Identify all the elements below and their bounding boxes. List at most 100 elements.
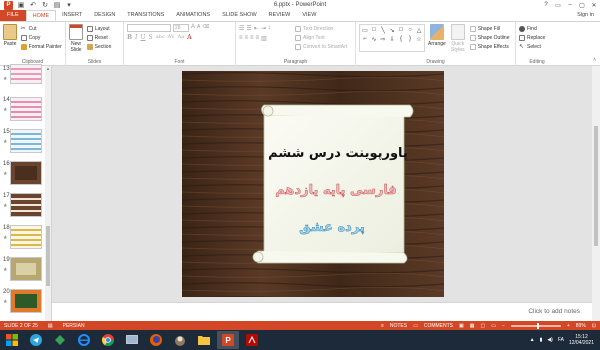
thumbnail-slide-16[interactable]: 16 ★ xyxy=(0,161,50,191)
tab-slide-show[interactable]: SLIDE SHOW xyxy=(216,10,263,21)
comments-toggle[interactable]: COMMENTS xyxy=(424,323,453,329)
copy-button[interactable]: Copy xyxy=(20,33,62,42)
clear-format-icon[interactable]: ⌫ xyxy=(202,24,209,32)
normal-view-icon[interactable]: ▣ xyxy=(459,323,464,329)
section-button[interactable]: Section xyxy=(86,42,111,51)
zoom-slider-handle[interactable] xyxy=(536,322,539,329)
oval-shape-icon[interactable]: ○ xyxy=(406,26,414,34)
input-language[interactable]: FA xyxy=(558,337,564,343)
curve-shape-icon[interactable]: ∿ xyxy=(370,35,378,43)
zoom-slider[interactable] xyxy=(510,322,561,329)
cut-button[interactable]: ✂ Cut xyxy=(21,24,62,33)
down-arrow-shape-icon[interactable]: ⇩ xyxy=(388,35,396,43)
thumbnail-slide-14[interactable]: 14 ★ xyxy=(0,97,50,127)
powerpoint-taskbar-icon[interactable]: P xyxy=(217,331,239,349)
zoom-out-icon[interactable]: − xyxy=(502,323,505,329)
collapse-ribbon-icon[interactable]: ˄ xyxy=(593,57,596,63)
elbow-shape-icon[interactable]: ⌐ xyxy=(361,35,369,43)
paste-button[interactable]: Paste xyxy=(3,24,17,47)
select-button[interactable]: ↖ Select xyxy=(519,42,545,51)
arrow-shape-icon[interactable]: ↘ xyxy=(388,26,396,34)
redo-icon[interactable]: ↻ xyxy=(41,1,49,9)
start-button[interactable] xyxy=(0,330,24,350)
layout-button[interactable]: Layout xyxy=(86,24,112,33)
star-shape-icon[interactable]: ☆ xyxy=(415,35,423,43)
text-box-shape-icon[interactable]: ▭ xyxy=(361,26,369,34)
tray-expand-icon[interactable]: ▲ xyxy=(530,337,535,343)
tab-transitions[interactable]: TRANSITIONS xyxy=(121,10,170,21)
font-name-combo[interactable] xyxy=(127,24,171,32)
line-spacing-icon[interactable]: ↕ xyxy=(268,25,271,32)
thumbnails-scroll-thumb[interactable] xyxy=(46,226,50,286)
scroll-up-icon[interactable]: ▲ xyxy=(45,66,51,72)
columns-icon[interactable]: ▥ xyxy=(261,35,267,42)
shrink-font-icon[interactable]: A xyxy=(197,24,200,32)
notes-toggle[interactable]: NOTES xyxy=(390,323,407,329)
acrobat-icon[interactable] xyxy=(241,331,263,349)
decrease-indent-icon[interactable]: ⇤ xyxy=(254,25,259,32)
slideshow-view-icon[interactable]: ▭ xyxy=(491,323,496,329)
firefox-icon[interactable] xyxy=(145,331,167,349)
shapes-gallery[interactable]: ▭ □ ╲ ↘ □ ○ △ ⌐ ∿ ⇨ ⇩ { } ☆ xyxy=(359,24,425,52)
zoom-in-icon[interactable]: + xyxy=(567,323,570,329)
increase-indent-icon[interactable]: ⇥ xyxy=(261,25,266,32)
editor-scroll-thumb[interactable] xyxy=(594,126,598,246)
line-shape-icon[interactable]: ╲ xyxy=(379,26,387,34)
char-spacing-button[interactable]: AV xyxy=(168,34,175,41)
find-button[interactable]: Find xyxy=(519,24,545,33)
shape-outline-button[interactable]: Shape Outline xyxy=(469,33,510,42)
help-button[interactable]: ? xyxy=(540,0,552,10)
reading-view-icon[interactable]: ▢ xyxy=(480,323,485,329)
font-color-icon[interactable]: A xyxy=(187,34,191,41)
app-icon[interactable] xyxy=(49,331,71,349)
chrome-icon[interactable] xyxy=(97,331,119,349)
right-arrow-shape-icon[interactable]: ⇨ xyxy=(379,35,387,43)
new-slide-button[interactable]: New Slide xyxy=(69,24,83,53)
minimize-button[interactable]: – xyxy=(564,0,576,10)
thumbnail-slide-17[interactable]: 17 ★ xyxy=(0,193,50,223)
align-center-icon[interactable]: ≡ xyxy=(245,35,249,42)
thumbnail-slide-19[interactable]: 19 ★ xyxy=(0,257,50,287)
align-left-icon[interactable]: ≡ xyxy=(239,35,243,42)
numbering-icon[interactable]: ☰ xyxy=(246,25,251,32)
gimp-icon[interactable] xyxy=(169,331,191,349)
internet-explorer-icon[interactable] xyxy=(73,331,95,349)
change-case-button[interactable]: Aa xyxy=(178,34,185,41)
notes-placeholder[interactable]: Click to add notes xyxy=(528,308,580,315)
slideshow-icon[interactable]: ▤ xyxy=(53,1,61,9)
tab-view[interactable]: VIEW xyxy=(296,10,322,21)
tab-design[interactable]: DESIGN xyxy=(88,10,121,21)
editor-scrollbar[interactable] xyxy=(592,66,600,321)
tab-file[interactable]: FILE xyxy=(0,10,26,21)
bullets-icon[interactable]: ☰ xyxy=(239,25,244,32)
slide-sorter-icon[interactable]: ▦ xyxy=(470,323,475,329)
telegram-icon[interactable] xyxy=(25,331,47,349)
rect2-shape-icon[interactable]: □ xyxy=(397,26,405,34)
shadow-button[interactable]: abc xyxy=(156,34,165,41)
clock[interactable]: 15:12 12/04/2021 xyxy=(569,334,594,346)
thumbnail-slide-20[interactable]: 20 ★ xyxy=(0,289,50,319)
shape-effects-button[interactable]: Shape Effects xyxy=(469,42,510,51)
align-right-icon[interactable]: ≡ xyxy=(250,35,254,42)
text-direction-button[interactable]: Text Direction xyxy=(295,24,347,33)
undo-icon[interactable]: ↶ xyxy=(29,1,37,9)
bold-button[interactable]: B xyxy=(127,34,132,41)
replace-button[interactable]: Replace xyxy=(519,33,545,42)
reset-button[interactable]: Reset xyxy=(86,33,112,42)
spellcheck-icon[interactable]: ▤ xyxy=(48,323,53,329)
thumbnails-scrollbar[interactable]: ▲ xyxy=(45,66,51,321)
tab-home[interactable]: HOME xyxy=(25,10,57,21)
triangle-shape-icon[interactable]: △ xyxy=(415,26,423,34)
sign-in-link[interactable]: Sign in xyxy=(577,10,600,21)
notes-pane[interactable]: Click to add notes xyxy=(52,302,592,321)
shape-fill-button[interactable]: Shape Fill xyxy=(469,24,510,33)
underline-button[interactable]: U xyxy=(140,34,145,41)
font-size-combo[interactable]: 28 xyxy=(173,24,189,32)
tab-animations[interactable]: ANIMATIONS xyxy=(170,10,216,21)
network-icon[interactable]: ▮ xyxy=(540,337,543,343)
screen-app-icon[interactable] xyxy=(121,331,143,349)
language-indicator[interactable]: PERSIAN xyxy=(63,323,85,329)
align-text-button[interactable]: Align Text xyxy=(295,33,347,42)
thumbnail-slide-18[interactable]: 18 ★ xyxy=(0,225,50,255)
italic-button[interactable]: I xyxy=(135,34,137,41)
